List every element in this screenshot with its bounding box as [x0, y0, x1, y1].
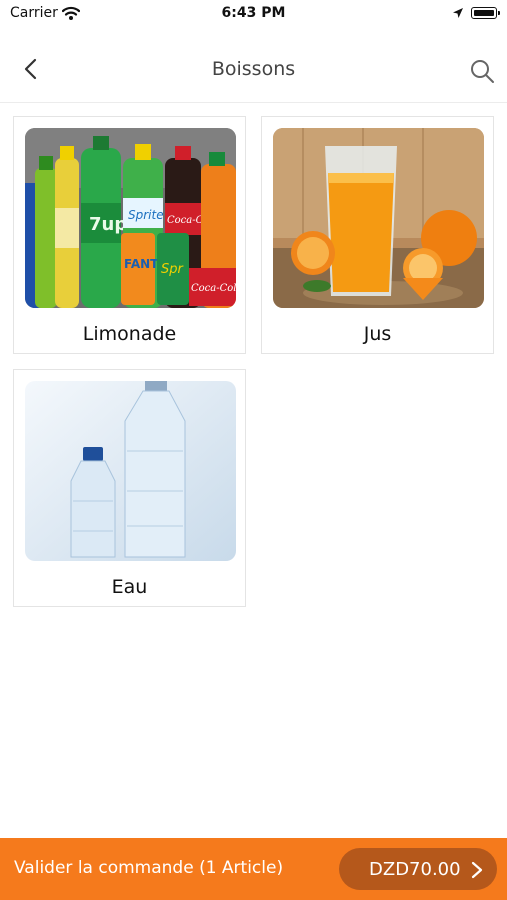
status-bar: Carrier 6:43 PM: [0, 0, 507, 28]
category-label: Limonade: [82, 323, 177, 345]
category-label: Jus: [363, 323, 392, 345]
category-card-eau[interactable]: Eau: [13, 369, 246, 607]
location-arrow-icon: [453, 8, 463, 18]
svg-text:Coca-Cola: Coca-Cola: [191, 283, 236, 294]
soda-bottles-image: 7up Sprite Coca-Cola FANTA Spr Coca-Cola: [25, 128, 236, 308]
svg-text:Sprite: Sprite: [128, 208, 164, 222]
status-time: 6:43 PM: [221, 5, 286, 21]
svg-text:7up: 7up: [89, 214, 127, 235]
navigation-bar: Boissons: [0, 36, 507, 103]
order-total-button[interactable]: DZD70.00: [339, 848, 497, 890]
category-label: Eau: [111, 576, 148, 598]
category-card-jus[interactable]: Jus: [261, 116, 494, 354]
order-bar: Valider la commande (1 Article) DZD70.00: [0, 838, 507, 900]
svg-text:Spr: Spr: [161, 262, 185, 277]
water-bottles-image: [25, 381, 236, 561]
battery-icon: [471, 7, 500, 19]
orange-juice-image: [273, 128, 484, 308]
category-card-limonade[interactable]: 7up Sprite Coca-Cola FANTA Spr Coca-Cola…: [13, 116, 246, 354]
page-title: Boissons: [211, 58, 296, 80]
chevron-right-icon: [471, 861, 483, 879]
validate-order-button[interactable]: Valider la commande (1 Article): [14, 858, 283, 878]
order-total-amount: DZD70.00: [369, 859, 461, 880]
search-icon[interactable]: [469, 58, 495, 84]
